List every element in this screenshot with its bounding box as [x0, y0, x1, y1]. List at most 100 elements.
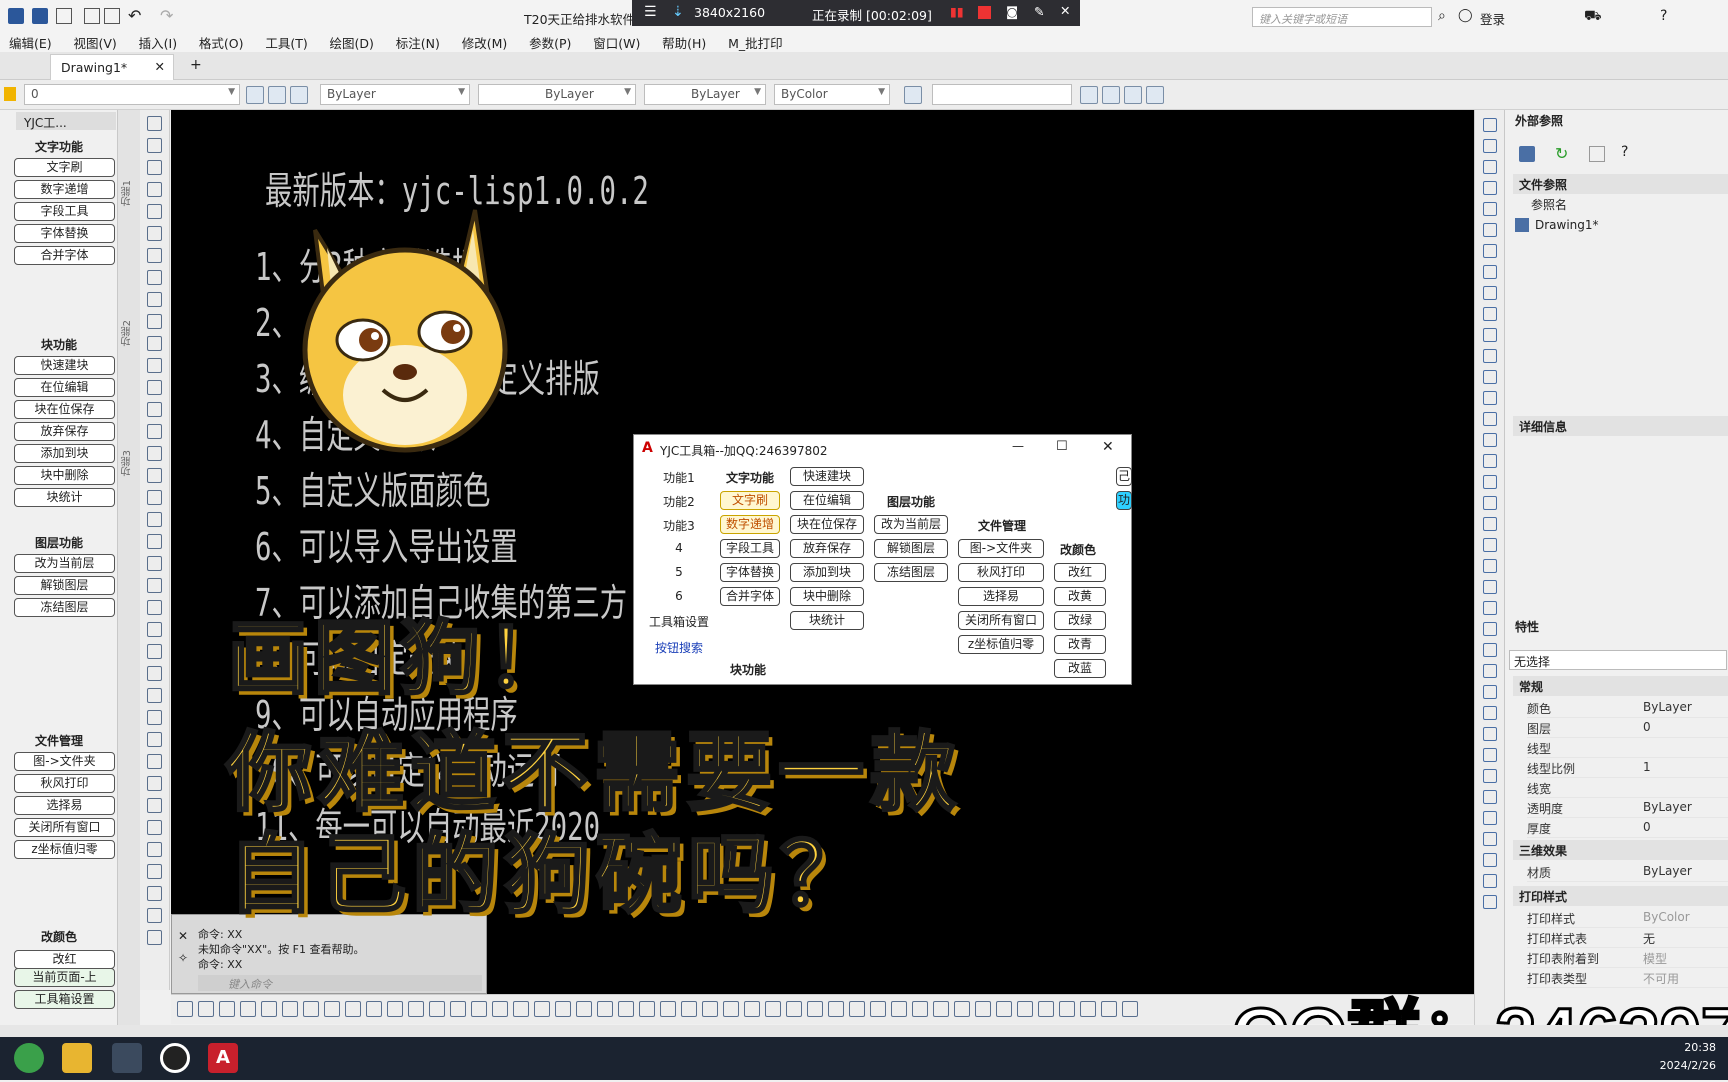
tool-icon[interactable] [147, 908, 162, 923]
tool-icon[interactable] [723, 1001, 739, 1017]
side-tab-func2[interactable]: 功能2 [644, 493, 714, 510]
tool-icon[interactable] [282, 1001, 298, 1017]
print-icon[interactable] [104, 8, 120, 24]
tool-icon[interactable] [147, 534, 162, 549]
btn-number-increment[interactable]: 数字递增 [14, 180, 115, 199]
tool-icon[interactable] [147, 886, 162, 901]
dlg-btn-change-cyan[interactable]: 改青 [1054, 635, 1106, 654]
tool-icon[interactable] [1483, 517, 1497, 531]
dlg-btn-change-red[interactable]: 改红 [1054, 563, 1106, 582]
btn-page-up[interactable]: 当前页面-上 [14, 968, 115, 987]
add-tab-button[interactable]: + [190, 57, 202, 73]
dlg-btn-field-tool[interactable]: 字段工具 [720, 539, 780, 558]
tool-icon[interactable] [1483, 244, 1497, 258]
tool-icon[interactable] [1101, 1001, 1117, 1017]
prop-row[interactable]: 线宽 [1527, 778, 1728, 798]
tool-icon[interactable] [639, 1001, 655, 1017]
tool-icon[interactable] [408, 1001, 424, 1017]
tool-icon[interactable] [147, 688, 162, 703]
btn-add-to-block[interactable]: 添加到块 [14, 444, 115, 463]
view-icon-3[interactable] [1124, 86, 1142, 104]
prop-row[interactable]: 材质 ByLayer [1527, 862, 1728, 882]
plotstyle-combo[interactable]: ByColor ▼ [774, 84, 890, 105]
ref-item[interactable]: Drawing1* [1535, 218, 1599, 232]
tool-icon[interactable] [261, 1001, 277, 1017]
dlg-btn-quick-block[interactable]: 快速建块 [790, 467, 864, 486]
side-tab-func1[interactable]: 功能1 [644, 469, 714, 486]
tool-icon[interactable] [1483, 370, 1497, 384]
extra-combo[interactable] [932, 84, 1072, 105]
tool-icon[interactable] [147, 292, 162, 307]
tool-icon[interactable] [1483, 349, 1497, 363]
btn-field-tool[interactable]: 字段工具 [14, 202, 115, 221]
tool-icon[interactable] [1483, 139, 1497, 153]
tool-icon[interactable] [1483, 643, 1497, 657]
tool-icon[interactable] [870, 1001, 886, 1017]
tool-icon[interactable] [1483, 496, 1497, 510]
layer-state-icon[interactable] [268, 86, 286, 104]
record-app-icon[interactable] [160, 1043, 190, 1073]
dlg-btn-edge-active[interactable]: 功 [1116, 491, 1132, 510]
btn-merge-font[interactable]: 合并字体 [14, 246, 115, 265]
start-icon[interactable] [14, 1043, 44, 1073]
tool-icon[interactable] [147, 380, 162, 395]
tool-icon[interactable] [513, 1001, 529, 1017]
tool-icon[interactable] [147, 578, 162, 593]
btn-z-reset[interactable]: z坐标值归零 [14, 840, 115, 859]
tool-icon[interactable] [147, 776, 162, 791]
tool-icon[interactable] [147, 402, 162, 417]
dlg-btn-change-blue[interactable]: 改蓝 [1054, 659, 1106, 678]
tool-icon[interactable] [147, 644, 162, 659]
tool-icon[interactable] [1483, 727, 1497, 741]
dlg-btn-number-increment[interactable]: 数字递增 [720, 515, 780, 534]
dlg-btn-font-replace[interactable]: 字体替换 [720, 563, 780, 582]
tool-icon[interactable] [147, 864, 162, 879]
tool-icon[interactable] [219, 1001, 235, 1017]
btn-text-brush[interactable]: 文字刷 [14, 158, 115, 177]
tool-icon[interactable] [147, 468, 162, 483]
dlg-btn-discard-save[interactable]: 放弃保存 [790, 539, 864, 558]
tool-icon[interactable] [1483, 601, 1497, 615]
tool-icon[interactable] [147, 512, 162, 527]
undo-icon[interactable]: ↶ [128, 6, 141, 25]
tool-icon[interactable] [147, 556, 162, 571]
tool-icon[interactable] [147, 842, 162, 857]
dlg-btn-drawing-to-folder[interactable]: 图->文件夹 [958, 539, 1044, 558]
camera-icon[interactable]: ◙ [1006, 4, 1018, 19]
btn-qiufeng-print[interactable]: 秋风打印 [14, 774, 115, 793]
dlg-btn-change-green[interactable]: 改绿 [1054, 611, 1106, 630]
dlg-btn-edge[interactable]: 己 [1116, 467, 1132, 486]
tool-icon[interactable] [147, 424, 162, 439]
tool-icon[interactable] [147, 314, 162, 329]
file-explorer-icon[interactable] [62, 1043, 92, 1073]
close-button[interactable]: ✕ [1102, 439, 1114, 455]
search-input[interactable]: 键入关键字或短语 [1252, 7, 1432, 27]
btn-drawing-to-folder[interactable]: 图->文件夹 [14, 752, 115, 771]
linetype-combo[interactable]: ByLayer ▼ [478, 84, 636, 105]
btn-unlock-layer[interactable]: 解锁图层 [14, 576, 115, 595]
user-icon[interactable]: ◯ [1458, 8, 1473, 23]
tool-icon[interactable] [1483, 412, 1497, 426]
btn-block-save[interactable]: 块在位保存 [14, 400, 115, 419]
tool-icon[interactable] [1483, 790, 1497, 804]
ref-name-column[interactable]: 参照名 [1531, 196, 1567, 213]
tool-icon[interactable] [147, 798, 162, 813]
tool-icon[interactable] [1483, 559, 1497, 573]
tool-icon[interactable] [1483, 475, 1497, 489]
tool-icon[interactable] [1483, 433, 1497, 447]
layer-prev-icon[interactable] [290, 86, 308, 104]
tool-icon[interactable] [954, 1001, 970, 1017]
save-as-icon[interactable] [32, 8, 48, 24]
tool-icon[interactable] [1483, 265, 1497, 279]
tool-icon[interactable] [555, 1001, 571, 1017]
selection-combo[interactable]: 无选择 [1509, 650, 1727, 670]
tool-icon[interactable] [147, 446, 162, 461]
tool-icon[interactable] [324, 1001, 340, 1017]
tool-icon[interactable] [1483, 391, 1497, 405]
tool-icon[interactable] [828, 1001, 844, 1017]
tool-icon[interactable] [147, 336, 162, 351]
tool-icon[interactable] [387, 1001, 403, 1017]
tool-icon[interactable] [1483, 328, 1497, 342]
btn-change-red[interactable]: 改红 [14, 950, 115, 969]
tool-icon[interactable] [744, 1001, 760, 1017]
